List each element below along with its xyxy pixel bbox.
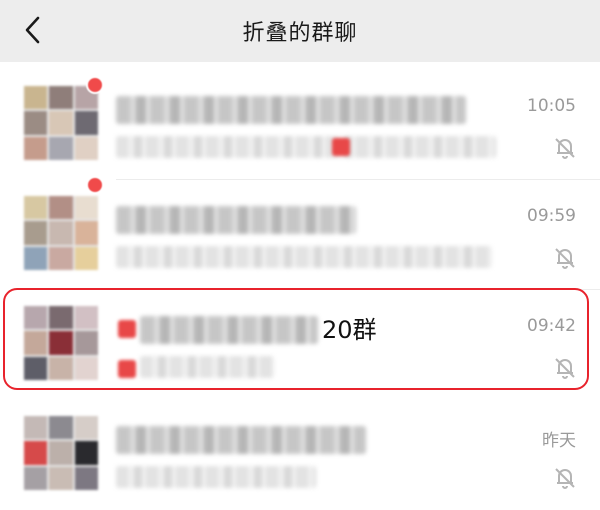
chat-time: 昨天 <box>542 431 576 451</box>
group-avatar <box>24 86 98 160</box>
chat-name-blurred <box>140 316 318 344</box>
message-red-mark <box>118 360 136 378</box>
chat-row[interactable]: 09:59 <box>0 176 600 290</box>
mute-bell-icon <box>555 138 575 159</box>
last-message-blurred <box>116 466 316 488</box>
chat-row[interactable]: 10:05 <box>0 70 600 180</box>
chat-row[interactable]: 昨天 <box>0 400 600 510</box>
group-avatar <box>24 416 98 490</box>
chevron-left-icon <box>25 16 40 44</box>
last-message-blurred <box>116 246 492 268</box>
chat-time: 09:59 <box>527 206 576 226</box>
unread-dot <box>86 76 104 94</box>
chat-row-highlighted[interactable]: 20群 09:42 <box>0 290 600 400</box>
name-red-mark <box>118 320 136 338</box>
chat-name-visible: 20群 <box>322 316 377 344</box>
chat-time: 09:42 <box>527 316 576 336</box>
top-bar: 折叠的群聊 <box>0 0 600 62</box>
mute-bell-icon <box>555 468 575 489</box>
page-title: 折叠的群聊 <box>242 21 358 46</box>
back-button[interactable] <box>18 15 48 45</box>
group-avatar <box>24 196 98 270</box>
unread-dot <box>86 176 104 194</box>
chat-name-blurred <box>116 96 466 124</box>
last-message-blurred <box>140 356 274 378</box>
last-message-blurred <box>116 136 496 158</box>
group-avatar <box>24 306 98 380</box>
message-red-mark <box>332 138 350 156</box>
chat-time: 10:05 <box>527 96 576 116</box>
chat-name-blurred <box>116 426 366 454</box>
chat-name-blurred <box>116 206 356 234</box>
mute-bell-icon <box>555 358 575 379</box>
mute-bell-icon <box>555 248 575 269</box>
